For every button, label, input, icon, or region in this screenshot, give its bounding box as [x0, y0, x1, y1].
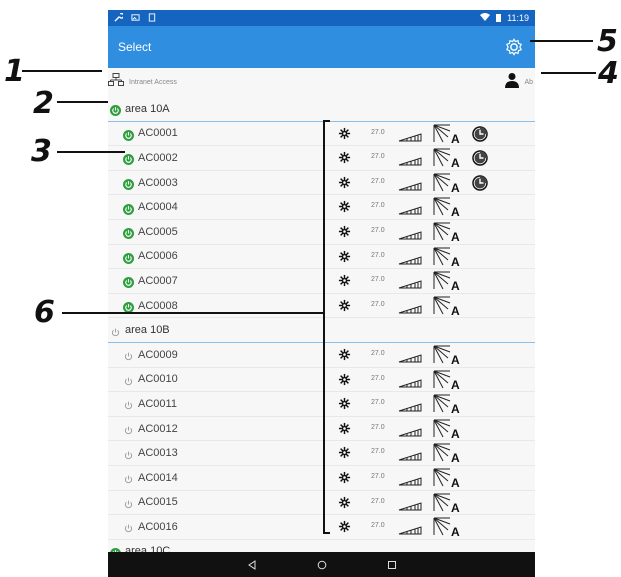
callout-2: 2 — [33, 86, 54, 121]
bracket-line — [323, 120, 330, 534]
callout-6: 6 — [34, 295, 55, 330]
callout-5: 5 — [597, 24, 618, 59]
callout-lines — [22, 40, 596, 534]
callout-1: 1 — [4, 54, 25, 89]
callout-4: 4 — [598, 56, 619, 91]
callout-3: 3 — [31, 134, 52, 169]
